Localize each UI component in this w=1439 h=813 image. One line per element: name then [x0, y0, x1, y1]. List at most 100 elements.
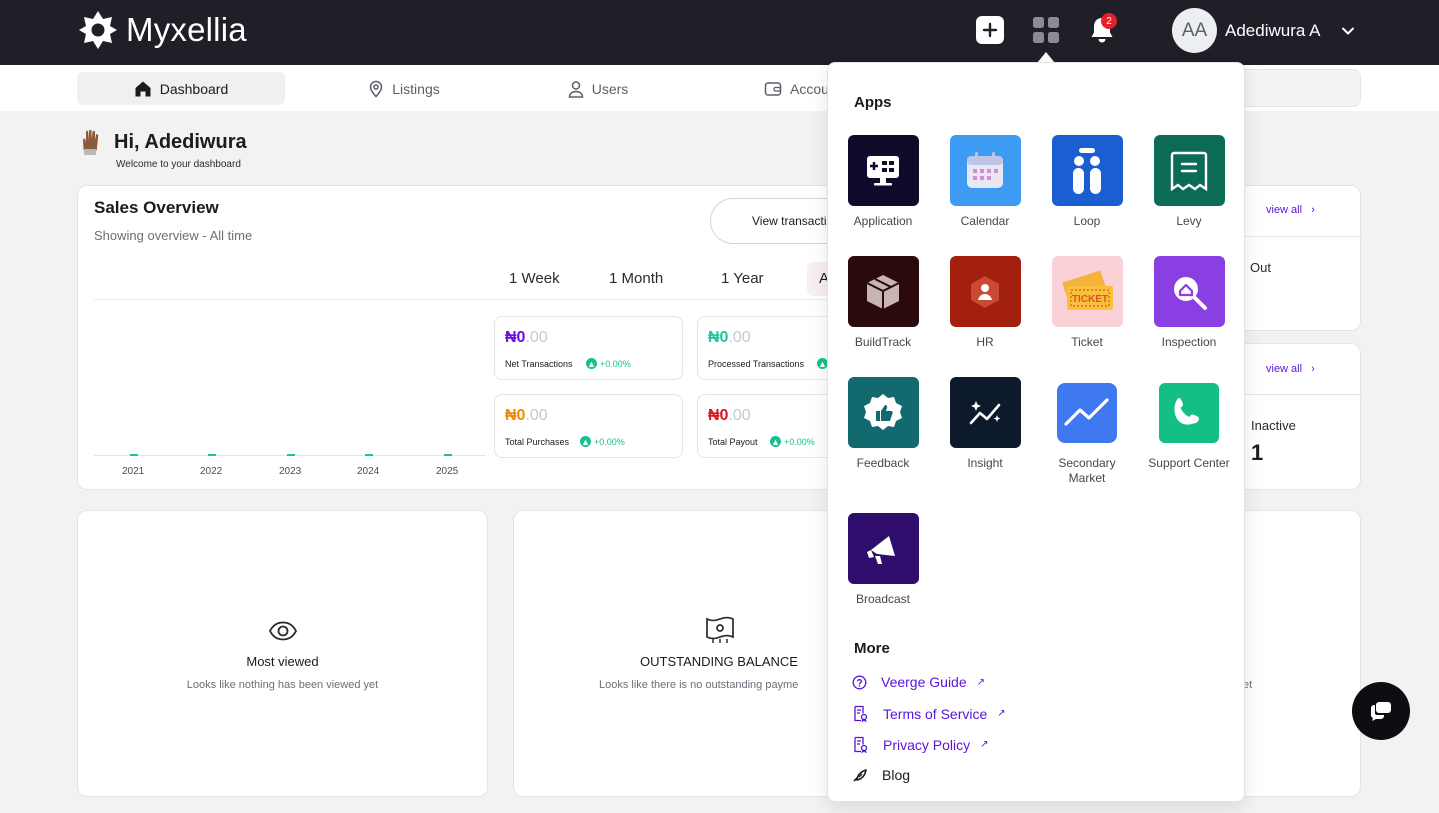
app-hr[interactable]: HR — [939, 256, 1031, 350]
brand-logo[interactable]: Myxellia — [78, 10, 247, 50]
chart-bar — [444, 454, 452, 456]
search-bar[interactable] — [1230, 69, 1361, 107]
stat-label: Total Payout — [708, 437, 758, 447]
more-link-label: Privacy Policy — [883, 736, 971, 753]
money-icon — [706, 616, 734, 643]
stat-label: Processed Transactions — [708, 359, 805, 369]
waving-hand-icon — [83, 129, 99, 155]
chart-bar — [130, 454, 138, 456]
app-label: Levy — [1176, 214, 1202, 228]
chart-bar — [287, 454, 295, 456]
nav-item-dashboard[interactable]: Dashboard — [77, 72, 285, 105]
sales-overview-title: Sales Overview — [94, 198, 219, 217]
chevron-down-icon[interactable] — [1341, 24, 1355, 38]
avatar[interactable]: AA — [1172, 8, 1217, 53]
nav-item-listings[interactable]: Listings — [300, 72, 508, 105]
chart-bar — [365, 454, 373, 456]
location-pin-icon — [370, 80, 383, 98]
home-icon — [135, 81, 151, 96]
nav-label: Listings — [392, 80, 440, 97]
period-1-week[interactable]: 1 Week — [509, 270, 560, 287]
blog-icon — [853, 769, 867, 782]
app-broadcast[interactable]: Broadcast — [837, 513, 929, 607]
app-insight[interactable]: Insight — [939, 377, 1031, 471]
veerge-guide-link[interactable]: Veerge Guide ↗ — [852, 674, 985, 690]
stat-change: ▲ +0.00% — [586, 358, 631, 369]
external-link-icon: ↗ — [997, 708, 1006, 719]
notification-count-badge: 2 — [1101, 13, 1117, 29]
app-label: Ticket — [1071, 335, 1103, 349]
app-feedback[interactable]: Feedback — [837, 377, 929, 471]
monitor-icon — [847, 135, 919, 206]
chat-button[interactable] — [1352, 682, 1410, 740]
app-levy[interactable]: Levy — [1143, 135, 1235, 229]
view-all-link[interactable]: view all › — [1266, 363, 1315, 375]
thumbs-up-icon — [847, 377, 919, 448]
side-card-text: Out — [1250, 260, 1271, 275]
side-card-text: Inactive — [1251, 418, 1296, 433]
chart-bar — [208, 454, 216, 456]
app-label: Feedback — [856, 456, 910, 470]
app-secondary-market[interactable]: Secondary Market — [1041, 377, 1133, 486]
trend-icon — [1051, 377, 1123, 448]
stat-total-payout[interactable]: ₦0.00 Total Payout ▲ +0.00% — [697, 394, 838, 458]
x-tick-label: 2021 — [122, 466, 145, 477]
empty-title: Most viewed — [246, 654, 319, 669]
blog-link[interactable]: Blog — [852, 767, 910, 783]
period-1-month[interactable]: 1 Month — [609, 270, 663, 287]
privacy-policy-link[interactable]: Privacy Policy ↗ — [852, 736, 989, 753]
app-ticket[interactable]: TICKET Ticket — [1041, 256, 1133, 350]
wallet-icon — [764, 81, 782, 96]
stat-value: ₦0.00 — [505, 407, 548, 424]
app-label: Insight — [967, 456, 1003, 470]
external-link-icon: ↗ — [980, 739, 989, 750]
plus-icon — [982, 22, 998, 38]
terms-of-service-link[interactable]: Terms of Service ↗ — [852, 705, 1006, 722]
x-tick-label: 2022 — [200, 466, 223, 477]
stat-value: ₦0.00 — [505, 329, 548, 346]
receipt-icon — [1153, 135, 1225, 206]
x-tick-label: 2023 — [279, 466, 302, 477]
app-inspection[interactable]: Inspection — [1143, 256, 1235, 350]
app-support-center[interactable]: Support Center — [1143, 377, 1235, 471]
app-label: Calendar — [960, 214, 1010, 228]
greeting-title: Hi, Adediwura — [114, 131, 247, 153]
sales-overview-card: Sales Overview Showing overview - All ti… — [77, 185, 850, 490]
calendar-icon — [949, 135, 1021, 206]
side-card-users: view all › Inactive 1 — [1228, 343, 1362, 490]
nav-item-accounts[interactable]: Accou — [764, 72, 830, 105]
app-label: Support Center — [1148, 456, 1230, 470]
apps-heading: Apps — [854, 94, 892, 111]
more-heading: More — [854, 640, 890, 657]
arrow-up-icon: ▲ — [586, 358, 597, 369]
stat-net-transactions[interactable]: ₦0.00 Net Transactions ▲ +0.00% — [494, 316, 683, 380]
app-calendar[interactable]: Calendar — [939, 135, 1031, 229]
external-link-icon: ↗ — [976, 676, 986, 688]
star-logo-icon — [79, 11, 117, 49]
empty-subtitle: Looks like there is no outstanding payme — [599, 679, 799, 691]
app-label: BuildTrack — [854, 335, 912, 349]
user-name[interactable]: Adediwura A — [1225, 21, 1320, 41]
app-label: Inspection — [1161, 335, 1217, 349]
stat-label: Total Purchases — [505, 437, 570, 447]
sales-overview-subtitle: Showing overview - All time — [94, 228, 253, 243]
stat-value: ₦0.00 — [708, 329, 751, 346]
app-loop[interactable]: Loop — [1041, 135, 1133, 229]
period-1-year[interactable]: 1 Year — [721, 270, 764, 287]
svg-text:TICKET: TICKET — [1072, 294, 1108, 305]
create-button[interactable] — [976, 16, 1004, 44]
more-link-label: Blog — [882, 767, 911, 783]
insight-icon — [949, 377, 1021, 448]
nav-label: Accou — [790, 80, 829, 97]
app-buildtrack[interactable]: BuildTrack — [837, 256, 929, 350]
eye-icon — [268, 621, 298, 641]
apps-grid-icon — [1033, 17, 1059, 43]
app-application[interactable]: Application — [837, 135, 929, 229]
apps-grid-button[interactable] — [1032, 16, 1060, 44]
question-icon — [852, 675, 867, 689]
top-bar: Myxellia 2 AA Adediwura A — [0, 0, 1439, 65]
stat-processed-transactions[interactable]: ₦0.00 Processed Transactions ▲ — [697, 316, 838, 380]
view-all-link[interactable]: view all › — [1266, 204, 1315, 216]
nav-item-users[interactable]: Users — [494, 72, 702, 105]
stat-total-purchases[interactable]: ₦0.00 Total Purchases ▲ +0.00% — [494, 394, 683, 458]
